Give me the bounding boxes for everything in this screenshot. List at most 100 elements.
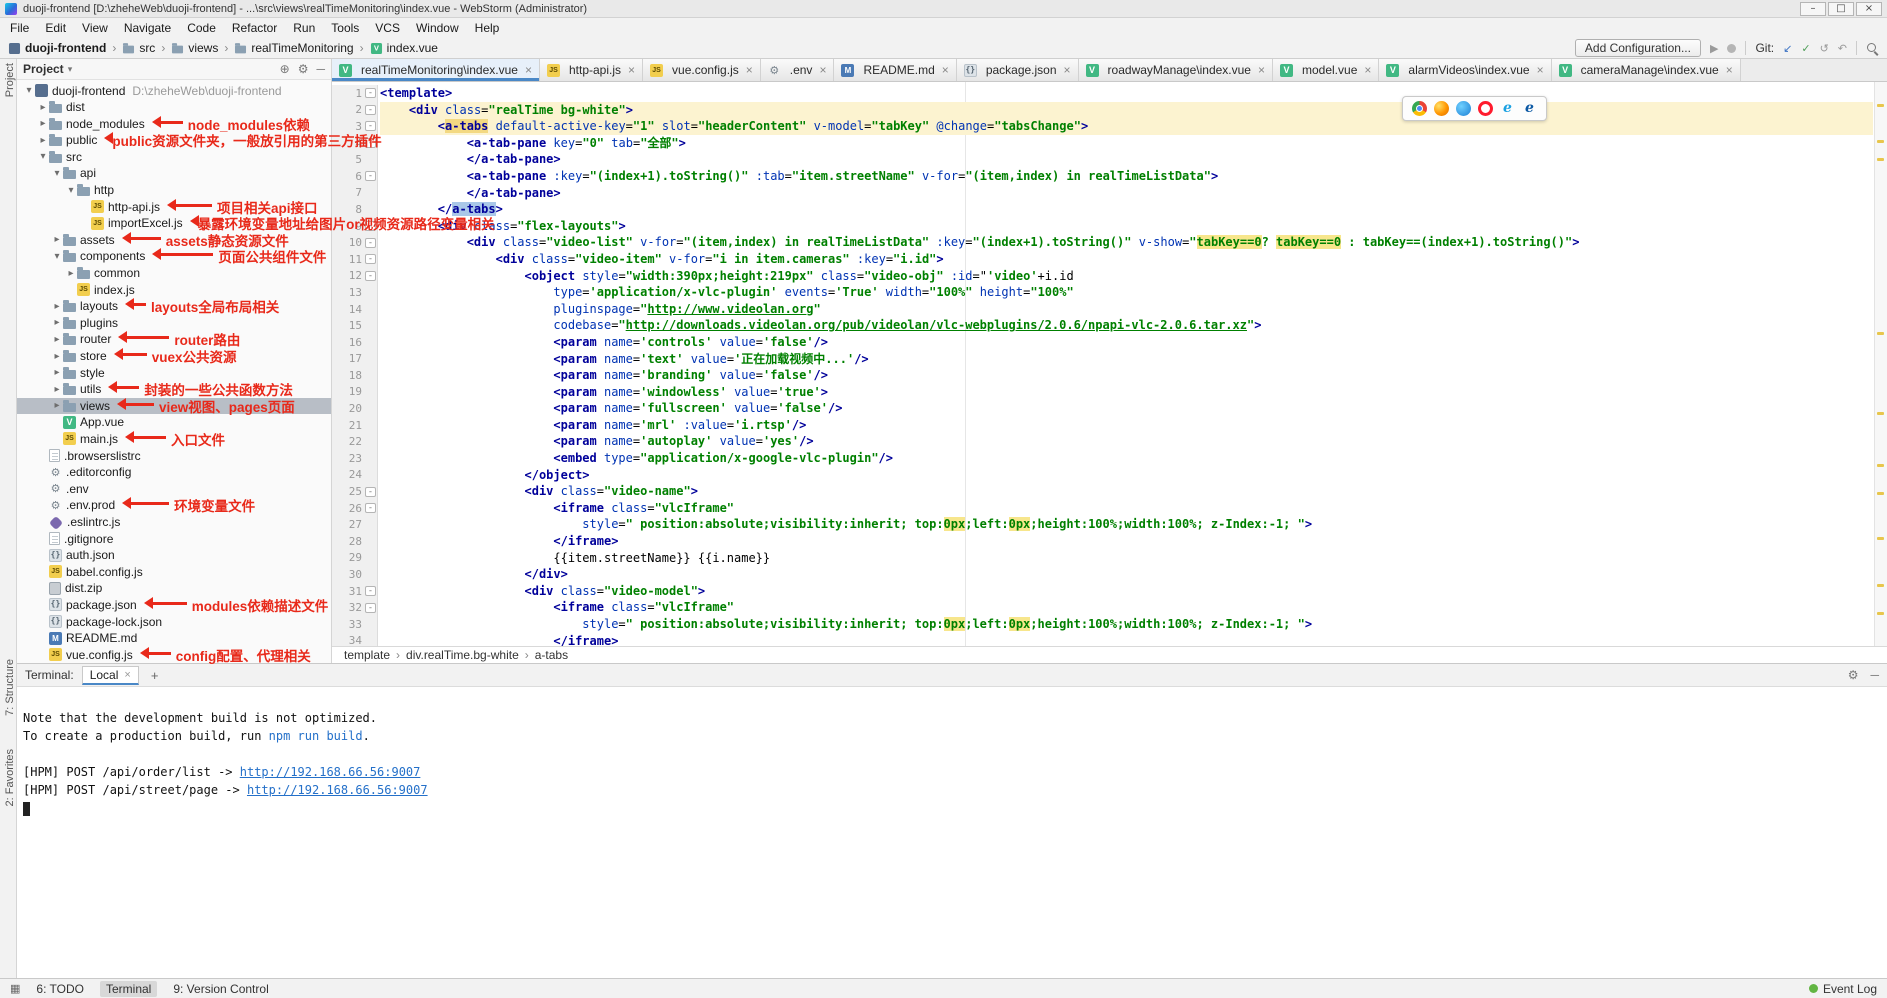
breadcrumb-item-index.vue[interactable]: index.vue <box>370 41 438 55</box>
git-commit-icon[interactable]: ✓ <box>1801 42 1810 55</box>
breadcrumb-div.realTime.bg-white[interactable]: div.realTime.bg-white <box>406 648 519 662</box>
tree-item-vue.config.js[interactable]: vue.config.jsconfig配置、代理相关 <box>17 646 331 663</box>
error-stripe-mark[interactable] <box>1877 104 1884 107</box>
code-line[interactable]: <param name='autoplay' value='yes'/> <box>380 433 1873 450</box>
code-line[interactable]: pluginspage="http://www.videolan.org" <box>380 301 1873 318</box>
close-tab-icon[interactable]: × <box>628 63 635 77</box>
code-line[interactable]: <a-tab-pane key="0" tab="全部"> <box>380 135 1873 152</box>
code-line[interactable]: type='application/x-vlc-plugin' events='… <box>380 284 1873 301</box>
close-tab-icon[interactable]: × <box>746 63 753 77</box>
code-line[interactable]: <iframe class="vlcIframe" <box>380 599 1873 616</box>
fold-icon[interactable]: - <box>365 487 376 497</box>
tab-package.json[interactable]: package.json× <box>957 59 1079 81</box>
code-line[interactable]: {{item.streetName}} {{i.name}} <box>380 550 1873 567</box>
code-line[interactable]: <param name='fullscreen' value='false'/> <box>380 400 1873 417</box>
tree-item-babel.config.js[interactable]: babel.config.js <box>17 563 331 580</box>
error-stripe-mark[interactable] <box>1877 612 1884 615</box>
collapse-arrow-icon[interactable]: ▾ <box>51 168 63 179</box>
tree-item-.gitignore[interactable]: .gitignore <box>17 530 331 547</box>
menu-code[interactable]: Code <box>179 19 224 37</box>
tool-window-switcher-icon[interactable]: ▦ <box>10 982 20 995</box>
collapse-arrow-icon[interactable]: ▾ <box>51 251 63 262</box>
chevron-down-icon[interactable]: ▾ <box>68 64 73 75</box>
firefox-icon[interactable] <box>1434 101 1449 116</box>
expand-arrow-icon[interactable]: ▸ <box>51 351 63 362</box>
expand-arrow-icon[interactable]: ▸ <box>51 334 63 345</box>
tree-item-views[interactable]: ▸viewsview视图、pages页面 <box>17 398 331 415</box>
expand-arrow-icon[interactable]: ▸ <box>37 135 49 146</box>
tree-item-package-lock.json[interactable]: package-lock.json <box>17 613 331 630</box>
code-line[interactable]: </iframe> <box>380 633 1873 646</box>
add-configuration-button[interactable]: Add Configuration... <box>1575 39 1701 57</box>
statusbar-event-log[interactable]: Event Log <box>1809 982 1877 996</box>
close-window-icon[interactable]: × <box>1856 2 1882 16</box>
expand-arrow-icon[interactable]: ▸ <box>51 400 63 411</box>
tree-item-auth.json[interactable]: auth.json <box>17 547 331 564</box>
menu-navigate[interactable]: Navigate <box>116 19 179 37</box>
error-stripe[interactable] <box>1874 82 1887 646</box>
terminal-output[interactable]: Note that the development build is not o… <box>17 687 1887 978</box>
collapse-arrow-icon[interactable]: ▾ <box>37 151 49 162</box>
tree-item-common[interactable]: ▸common <box>17 265 331 282</box>
terminal-link[interactable]: http://192.168.66.56:9007 <box>247 783 428 797</box>
code-line[interactable]: <div class="video-name"> <box>380 483 1873 500</box>
tree-item-main.js[interactable]: main.js入口文件 <box>17 431 331 448</box>
menu-refactor[interactable]: Refactor <box>224 19 285 37</box>
git-rollback-icon[interactable]: ↺ <box>1820 42 1829 55</box>
tool-button-favorites[interactable]: 2: Favorites <box>1 749 16 806</box>
fold-icon[interactable]: - <box>365 171 376 181</box>
fold-icon[interactable]: - <box>365 88 376 98</box>
maximize-window-icon[interactable]: □ <box>1828 2 1854 16</box>
close-tab-icon[interactable]: × <box>1364 63 1371 77</box>
code-line[interactable]: <embed type="application/x-google-vlc-pl… <box>380 450 1873 467</box>
menu-run[interactable]: Run <box>285 19 323 37</box>
code-line[interactable]: style=" position:absolute;visibility:inh… <box>380 616 1873 633</box>
code-line[interactable]: <div class="realTime bg-white"> <box>380 102 1873 119</box>
code-line[interactable]: <param name='mrl' :value='i.rtsp'/> <box>380 417 1873 434</box>
tree-item-.editorconfig[interactable]: .editorconfig <box>17 464 331 481</box>
menu-help[interactable]: Help <box>467 19 508 37</box>
fold-icon[interactable]: - <box>365 586 376 596</box>
terminal-link[interactable]: http://192.168.66.56:9007 <box>240 765 421 779</box>
tree-item-package.json[interactable]: package.jsonmodules依赖描述文件 <box>17 597 331 614</box>
close-tab-icon[interactable]: × <box>1726 63 1733 77</box>
tree-item-.eslintrc.js[interactable]: .eslintrc.js <box>17 514 331 531</box>
search-everywhere-icon[interactable] <box>1866 42 1879 55</box>
breadcrumb-item-views[interactable]: views <box>171 41 218 55</box>
expand-arrow-icon[interactable]: ▸ <box>37 102 49 113</box>
close-tab-icon[interactable]: × <box>1064 63 1071 77</box>
opera-icon[interactable] <box>1478 101 1493 116</box>
menu-file[interactable]: File <box>2 19 37 37</box>
code-line[interactable]: <iframe class="vlcIframe" <box>380 500 1873 517</box>
error-stripe-mark[interactable] <box>1877 140 1884 143</box>
code-line[interactable]: <template> <box>380 85 1873 102</box>
code-line[interactable]: </div> <box>380 566 1873 583</box>
close-tab-icon[interactable]: × <box>819 63 826 77</box>
code-line[interactable]: <param name='windowless' value='true'> <box>380 384 1873 401</box>
code-line[interactable]: style=" position:absolute;visibility:inh… <box>380 516 1873 533</box>
editor-code[interactable]: <template> <div class="realTime bg-white… <box>380 85 1873 646</box>
code-line[interactable]: <div class="video-list" v-for="(item,ind… <box>380 234 1873 251</box>
tab-cameraManage\index.vue[interactable]: cameraManage\index.vue× <box>1552 59 1741 81</box>
code-line[interactable]: <param name='text' value='正在加载视频中...'/> <box>380 351 1873 368</box>
expand-arrow-icon[interactable]: ▸ <box>37 118 49 129</box>
fold-icon[interactable]: - <box>365 603 376 613</box>
expand-arrow-icon[interactable]: ▸ <box>51 367 63 378</box>
close-tab-icon[interactable]: × <box>1537 63 1544 77</box>
error-stripe-mark[interactable] <box>1877 332 1884 335</box>
menu-vcs[interactable]: VCS <box>367 19 408 37</box>
error-stripe-mark[interactable] <box>1877 464 1884 467</box>
menu-tools[interactable]: Tools <box>323 19 367 37</box>
editor-area[interactable]: 1-2-3-4-56-789-10-11-12-1314151617181920… <box>332 82 1887 646</box>
tab-roadwayManage\index.vue[interactable]: roadwayManage\index.vue× <box>1079 59 1273 81</box>
code-line[interactable]: </iframe> <box>380 533 1873 550</box>
statusbar-terminal[interactable]: Terminal <box>100 981 157 997</box>
tree-item-public[interactable]: ▸publicpublic资源文件夹，一般放引用的第三方插件 <box>17 132 331 149</box>
code-line[interactable]: </a-tabs> <box>380 201 1873 218</box>
collapse-arrow-icon[interactable]: ▾ <box>65 185 77 196</box>
error-stripe-mark[interactable] <box>1877 412 1884 415</box>
terminal-settings-gear-icon[interactable]: ⚙ <box>1848 668 1859 682</box>
tool-button-structure[interactable]: 7: Structure <box>1 659 16 716</box>
tab-alarmVideos\index.vue[interactable]: alarmVideos\index.vue× <box>1379 59 1551 81</box>
breadcrumb-item-realTimeMonitoring[interactable]: realTimeMonitoring <box>234 41 353 55</box>
